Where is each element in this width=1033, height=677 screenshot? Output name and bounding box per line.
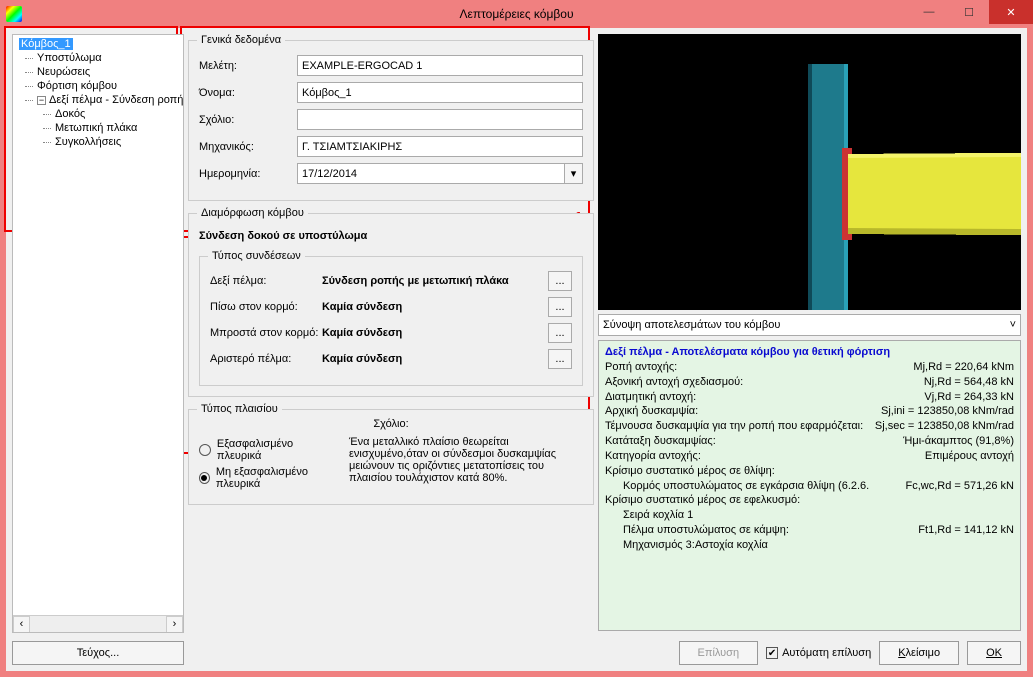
tree-view[interactable]: Κόμβος_1 Υποστύλωμα Νευρώσεις Φόρτιση κό… [13, 35, 183, 151]
engineer-input[interactable] [297, 136, 583, 157]
window-title: Λεπτομέρειες κόμβου [459, 7, 573, 21]
result-row: Κατάταξη δυσκαμψίας:Ήμι-άκαμπτος (91,8%) [605, 434, 1014, 449]
types-legend: Τύπος συνδέσεων [208, 250, 305, 262]
crit-compress-line: Κορμός υποστυλώματος σε εγκάρσια θλίψη (… [605, 479, 1014, 494]
crit-tension-line: Πέλμα υποστυλώματος σε κάμψη:Ft1,Rd = 14… [605, 523, 1014, 538]
name-label: Όνομα: [199, 87, 297, 99]
window-buttons: — ☐ ✕ [909, 0, 1033, 24]
crit-tension-header: Κρίσιμο συστατικό μέρος σε εφελκυσμό: [605, 493, 1014, 508]
frame-type-group: Τύπος πλαισίου Σχόλιο: Εξασφαλισμένο πλε… [188, 409, 594, 505]
frame-note-text: Ένα μεταλλικό πλαίσιο θεωρείται ενισχυμέ… [349, 434, 583, 494]
conn-edit-button[interactable]: ... [548, 297, 572, 317]
date-dropdown-icon[interactable]: ▾ [565, 163, 583, 184]
scroll-track[interactable] [30, 616, 166, 633]
conn-row-left: Αριστερό πέλμα:Καμία σύνδεση... [210, 349, 572, 369]
right-column: Σύνοψη αποτελεσμάτων του κόμβου ˅ Δεξί π… [598, 34, 1021, 665]
results-combo[interactable]: Σύνοψη αποτελεσμάτων του κόμβου ˅ [598, 314, 1021, 336]
results-panel: Δεξί πέλμα - Αποτελέσματα κόμβου για θετ… [598, 340, 1021, 631]
study-label: Μελέτη: [199, 60, 297, 72]
result-row: Κατηγορία αντοχής:Επιμέρους αντοχή [605, 449, 1014, 464]
frame-note-label: Σχόλιο: [199, 418, 583, 430]
close-button[interactable]: ✕ [989, 0, 1033, 24]
conn-edit-button[interactable]: ... [548, 349, 572, 369]
frame-legend: Τύπος πλαισίου [197, 403, 282, 415]
bottom-bar: Επίλυση ✔Αυτόματη επίλυση Κλείσιμο OK [598, 641, 1021, 665]
scroll-right-icon[interactable]: › [166, 616, 183, 633]
mechanism-line: Μηχανισμός 3:Αστοχία κοχλία [605, 538, 1014, 553]
result-row: Αξονική αντοχή σχεδιασμού:Nj,Rd = 564,48… [605, 375, 1014, 390]
close-dialog-button[interactable]: Κλείσιμο [879, 641, 959, 665]
checkbox-icon: ✔ [766, 647, 778, 659]
minimize-button[interactable]: — [909, 0, 949, 24]
date-picker[interactable]: ▾ [297, 163, 583, 184]
config-legend: Διαμόρφωση κόμβου [197, 207, 308, 219]
result-row: Διατμητική αντοχή:Vj,Rd = 264,33 kN [605, 390, 1014, 405]
conn-row-front: Μπροστά στον κορμό:Καμία σύνδεση... [210, 323, 572, 343]
title-bar: Λεπτομέρειες κόμβου — ☐ ✕ [0, 0, 1033, 28]
study-input[interactable] [297, 55, 583, 76]
scroll-left-icon[interactable]: ‹ [13, 616, 30, 633]
content-area: 3 1 2 Κόμβος_1 Υποστύλωμα Νευρώσεις Φόρτ… [6, 28, 1027, 671]
beam-3d [848, 153, 1021, 235]
chevron-down-icon: ˅ [1010, 319, 1016, 331]
ok-button[interactable]: OK [967, 641, 1021, 665]
tree-item[interactable]: Φόρτιση κόμβου [15, 79, 181, 93]
tree-item[interactable]: Νευρώσεις [15, 65, 181, 79]
connection-types-group: Τύπος συνδέσεων Δεξί πέλμα:Σύνδεση ροπής… [199, 256, 583, 386]
result-row: Τέμνουσα δυσκαμψία για την ροπή που εφαρ… [605, 419, 1014, 434]
frame-braced-radio[interactable]: Εξασφαλισμένο πλευρικά [199, 438, 339, 462]
general-group: Γενικά δεδομένα Μελέτη: Όνομα: Σχόλιο: Μ… [188, 40, 594, 201]
conn-edit-button[interactable]: ... [548, 271, 572, 291]
tree-item[interactable]: Μετωπική πλάκα [15, 121, 181, 135]
tree-root[interactable]: Κόμβος_1 [15, 37, 181, 51]
name-input[interactable] [297, 82, 583, 103]
tree-item[interactable]: Δοκός [15, 107, 181, 121]
comment-label: Σχόλιο: [199, 114, 297, 126]
config-group: Διαμόρφωση κόμβου Σύνδεση δοκού σε υποστ… [188, 213, 594, 397]
crit-compress-header: Κρίσιμο συστατικό μέρος σε θλίψη: [605, 464, 1014, 479]
combo-label: Σύνοψη αποτελεσμάτων του κόμβου [603, 319, 780, 331]
result-row: Αρχική δυσκαμψία:Sj,ini = 123850,08 kNm/… [605, 404, 1014, 419]
conn-edit-button[interactable]: ... [548, 323, 572, 343]
maximize-button[interactable]: ☐ [949, 0, 989, 24]
frame-unbraced-radio[interactable]: Μη εξασφαλισμένο πλευρικά [199, 466, 339, 490]
crit-tension-row: Σειρά κοχλία 1 [605, 508, 1014, 523]
solve-button: Επίλυση [679, 641, 759, 665]
engineer-label: Μηχανικός: [199, 141, 297, 153]
viewport-3d[interactable] [598, 34, 1021, 310]
tree-item-expandable[interactable]: −Δεξί πέλμα - Σύνδεση ροπής [15, 93, 181, 107]
date-label: Ημερομηνία: [199, 168, 297, 180]
auto-solve-checkbox[interactable]: ✔Αυτόματη επίλυση [766, 647, 871, 659]
result-row: Ροπή αντοχής:Mj,Rd = 220,64 kNm [605, 360, 1014, 375]
general-legend: Γενικά δεδομένα [197, 34, 285, 46]
teuxos-button[interactable]: Τεύχος... [12, 641, 184, 665]
date-input[interactable] [297, 163, 565, 184]
left-column: Κόμβος_1 Υποστύλωμα Νευρώσεις Φόρτιση κό… [12, 34, 184, 665]
radio-icon [199, 472, 210, 484]
expander-icon[interactable]: − [37, 96, 46, 105]
results-header: Δεξί πέλμα - Αποτελέσματα κόμβου για θετ… [605, 345, 1014, 360]
tree-panel: Κόμβος_1 Υποστύλωμα Νευρώσεις Φόρτιση κό… [12, 34, 184, 633]
middle-column: Γενικά δεδομένα Μελέτη: Όνομα: Σχόλιο: Μ… [188, 34, 594, 665]
conn-row-right: Δεξί πέλμα:Σύνδεση ροπής με μετωπική πλά… [210, 271, 572, 291]
tree-hscroll[interactable]: ‹ › [13, 615, 183, 632]
tree-item[interactable]: Συγκολλήσεις [15, 135, 181, 149]
radio-icon [199, 444, 211, 456]
tree-item[interactable]: Υποστύλωμα [15, 51, 181, 65]
app-icon [6, 6, 22, 22]
config-subtitle: Σύνδεση δοκού σε υποστύλωμα [199, 230, 583, 242]
comment-input[interactable] [297, 109, 583, 130]
conn-row-back: Πίσω στον κορμό:Καμία σύνδεση... [210, 297, 572, 317]
